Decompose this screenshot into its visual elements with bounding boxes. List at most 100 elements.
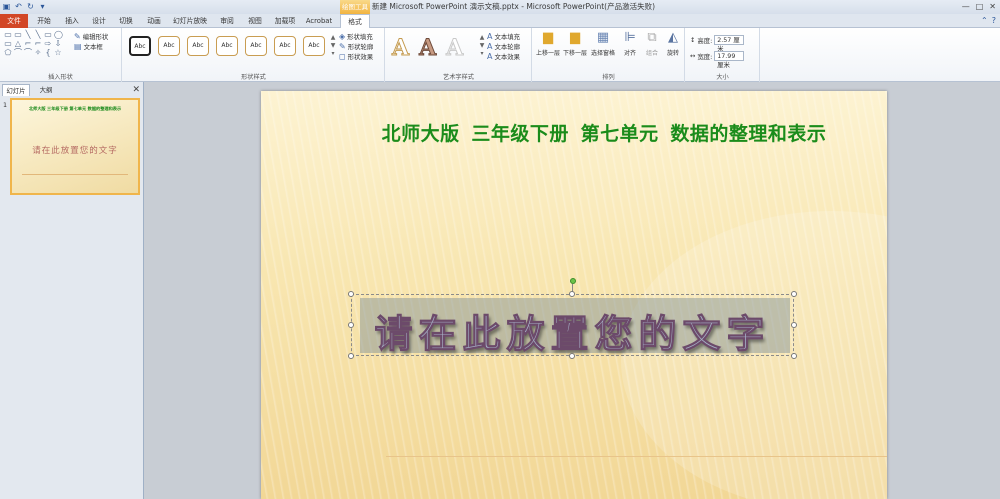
shape-style-swatch[interactable]: Abc	[158, 36, 180, 56]
shape-item[interactable]: ⇩	[54, 40, 62, 48]
more-icon[interactable]: ▾	[480, 50, 483, 58]
tab-home[interactable]: 开始	[31, 14, 57, 28]
slide-thumbnail[interactable]: 北师大版 三年级下册 第七单元 数据的整理和表示 请在此放置您的文字	[10, 98, 140, 195]
shape-item[interactable]: ╲	[34, 31, 42, 39]
shape-style-swatch[interactable]: Abc	[303, 36, 325, 56]
tab-review[interactable]: 审阅	[214, 14, 240, 28]
height-input[interactable]: 2.57 厘米	[714, 35, 745, 53]
height-label: 高度:	[697, 36, 713, 45]
rotate-button[interactable]: ◭ 旋转	[660, 30, 686, 57]
shape-style-swatch[interactable]: Abc	[245, 36, 267, 56]
resize-handle[interactable]	[569, 291, 575, 297]
selection-pane-button[interactable]: ▦ 选择窗格	[590, 30, 616, 57]
resize-handle[interactable]	[569, 353, 575, 359]
quick-access-toolbar: ▣ ↶ ↻ ▾	[2, 2, 47, 11]
shape-item[interactable]: ▭	[4, 40, 12, 48]
maximize-button[interactable]: □	[976, 2, 984, 11]
send-backward-button[interactable]: ▆ 下移一层	[562, 30, 588, 57]
tab-insert[interactable]: 插入	[59, 14, 85, 28]
text-box-icon: ▤	[74, 41, 82, 51]
shape-item[interactable]: ▭	[44, 31, 52, 39]
resize-handle[interactable]	[791, 322, 797, 328]
edit-shape-button[interactable]: ✎ 编辑形状	[74, 31, 108, 41]
shape-style-swatch[interactable]: Abc	[274, 36, 296, 56]
resize-handle[interactable]	[791, 291, 797, 297]
shape-item[interactable]: △	[14, 40, 22, 48]
wordart-text[interactable]: 请在此放置您的文字	[352, 303, 793, 358]
scroll-up-icon[interactable]: ▲	[480, 34, 485, 42]
slide-title[interactable]: 北师大版 三年级下册 第七单元 数据的整理和表示	[261, 119, 887, 146]
width-input[interactable]: 17.99 厘米	[714, 51, 745, 69]
group-label: 排列	[602, 74, 615, 81]
tab-slideshow[interactable]: 幻灯片放映	[170, 14, 210, 28]
scroll-up-icon[interactable]: ▲	[331, 34, 336, 42]
tab-design[interactable]: 设计	[86, 14, 112, 28]
text-box-button[interactable]: ▤ 文本框	[74, 41, 108, 51]
help-icon[interactable]: ?	[992, 16, 996, 25]
resize-handle[interactable]	[348, 322, 354, 328]
wordart-style-item[interactable]: A	[446, 35, 464, 62]
close-icon[interactable]: ✕	[132, 84, 140, 96]
shape-item[interactable]: ◯	[54, 31, 63, 39]
shape-item[interactable]: ☆	[54, 49, 62, 57]
tab-addins[interactable]: 加载项	[270, 14, 300, 28]
scroll-down-icon[interactable]: ▼	[331, 42, 336, 50]
wordart-style-item[interactable]: A	[419, 35, 437, 62]
more-icon[interactable]: ▾	[331, 50, 334, 58]
shape-item[interactable]: ⌒	[24, 49, 32, 57]
shape-style-swatch[interactable]: Abc	[216, 36, 238, 56]
rotation-handle[interactable]	[570, 278, 576, 284]
shape-item[interactable]: ✧	[34, 49, 42, 57]
resize-handle[interactable]	[791, 353, 797, 359]
save-icon[interactable]: ▣	[2, 2, 11, 11]
shape-item[interactable]: ⌐	[24, 40, 32, 48]
resize-handle[interactable]	[348, 291, 354, 297]
shape-item[interactable]: {	[44, 49, 52, 57]
shape-fill-button[interactable]: ◈ 形状填充	[339, 31, 373, 41]
scroll-down-icon[interactable]: ▼	[480, 42, 485, 50]
bring-forward-icon: ▆	[543, 30, 553, 45]
tab-format[interactable]: 格式	[340, 14, 370, 29]
selection-pane-icon: ▦	[596, 30, 610, 45]
wordart-textbox[interactable]: 请在此放置您的文字	[351, 294, 794, 358]
text-fill-button[interactable]: A 文本填充	[487, 31, 520, 41]
shape-item[interactable]: ╲	[24, 31, 32, 39]
height-icon: ↕	[690, 36, 696, 44]
close-button[interactable]: ✕	[989, 2, 996, 11]
resize-handle[interactable]	[348, 353, 354, 359]
slide-number: 1	[3, 101, 8, 109]
shape-effects-button[interactable]: ◻ 形状效果	[339, 51, 373, 61]
shape-style-swatch[interactable]: Abc	[187, 36, 209, 56]
text-outline-button[interactable]: A 文本轮廓	[487, 41, 520, 51]
tab-animations[interactable]: 动画	[141, 14, 167, 28]
tab-acrobat[interactable]: Acrobat	[303, 14, 335, 28]
shape-outline-button[interactable]: ✎ 形状轮廓	[339, 41, 373, 51]
shape-gallery: ▭ ▭ ╲ ╲ ▭ ◯ ▭ △ ⌐ ⌐ ⇨ ⇩ ⬠ ⌒ ⌒ ✧ { ☆	[4, 31, 63, 57]
customize-icon[interactable]: ▾	[38, 2, 47, 11]
shape-style-swatch[interactable]: Abc	[129, 36, 151, 56]
effects-icon: ◻	[339, 51, 346, 61]
shape-item[interactable]: ⌒	[14, 49, 22, 57]
tab-slides[interactable]: 幻灯片	[2, 84, 30, 96]
bring-forward-button[interactable]: ▆ 上移一层	[535, 30, 561, 57]
shape-item[interactable]: ▭	[4, 31, 12, 39]
wordart-style-item[interactable]: A	[391, 35, 409, 62]
drawing-tools-context-tag: 绘图工具	[340, 0, 370, 14]
shape-item[interactable]: ⌐	[34, 40, 42, 48]
group-icon: ⧉	[647, 30, 657, 45]
tab-transitions[interactable]: 切换	[113, 14, 139, 28]
minimize-button[interactable]: —	[962, 2, 970, 11]
tab-view[interactable]: 视图	[242, 14, 268, 28]
tab-outline[interactable]: 大纲	[32, 84, 60, 96]
shape-item[interactable]: ⇨	[44, 40, 52, 48]
text-effects-button[interactable]: A 文本效果	[487, 51, 520, 61]
shape-item[interactable]: ▭	[14, 31, 22, 39]
shape-item[interactable]: ⬠	[4, 49, 12, 57]
group-label: 大小	[716, 74, 729, 81]
redo-icon[interactable]: ↻	[26, 2, 35, 11]
tab-file[interactable]: 文件	[0, 14, 28, 28]
undo-icon[interactable]: ↶	[14, 2, 23, 11]
slide-canvas[interactable]: 北师大版 三年级下册 第七单元 数据的整理和表示 请在此放置您的文字	[261, 91, 887, 499]
width-icon: ↔	[690, 52, 696, 60]
minimize-ribbon-icon[interactable]: ⌃	[981, 16, 988, 25]
